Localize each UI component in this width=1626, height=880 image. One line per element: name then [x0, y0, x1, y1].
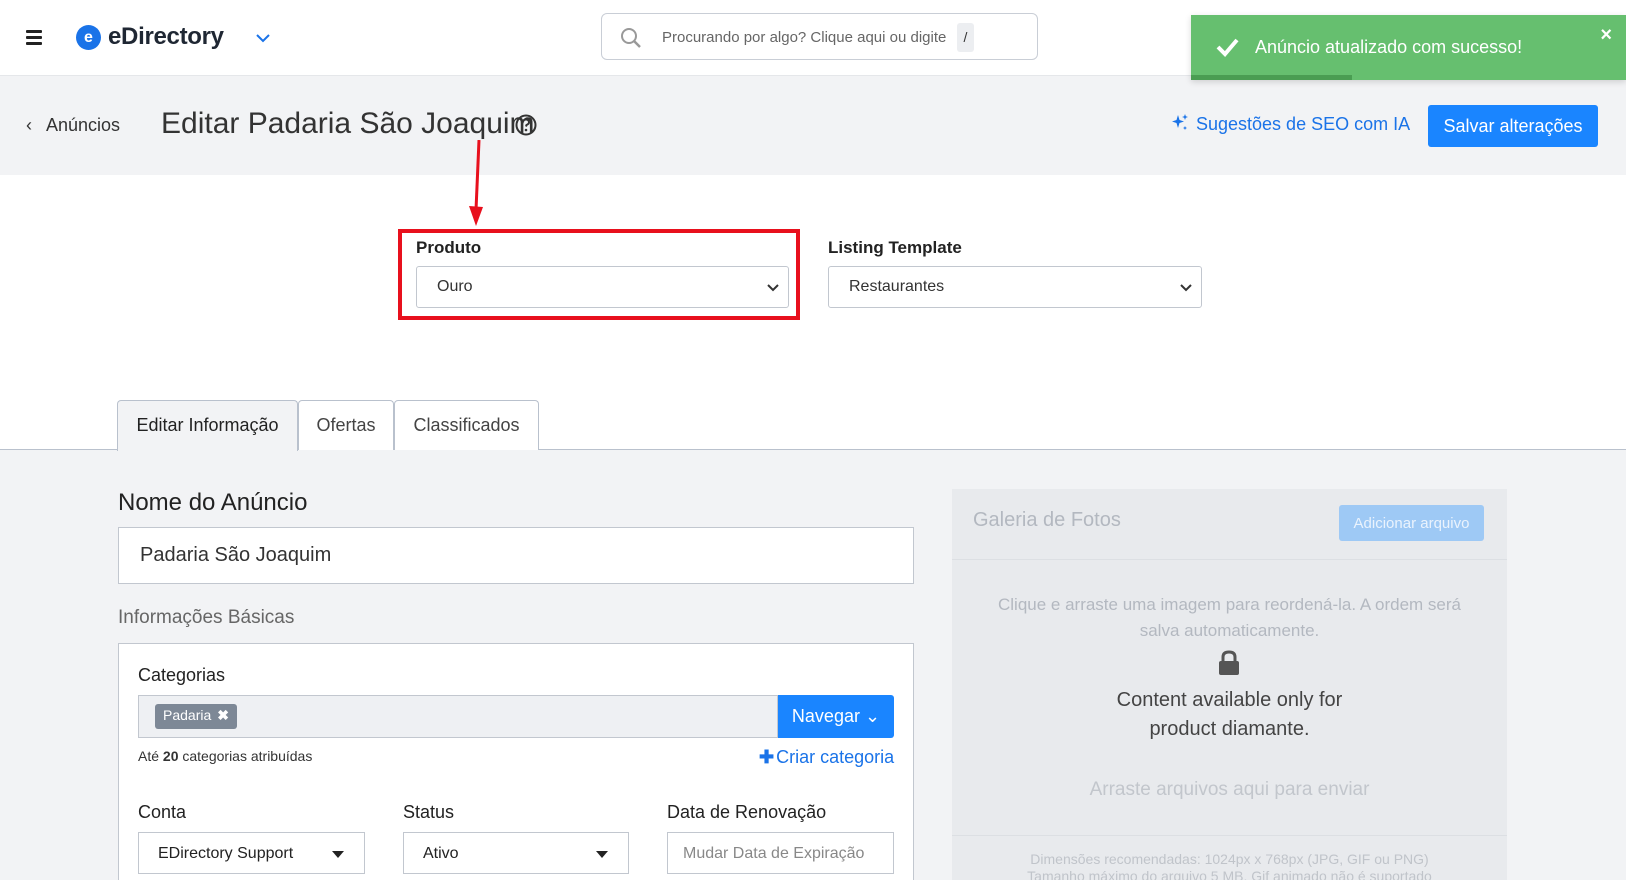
listing-name-input[interactable]: Padaria São Joaquim [118, 527, 914, 584]
categories-hint: Até 20 categorias atribuídas [138, 748, 312, 764]
create-category-label: Criar categoria [776, 747, 895, 767]
max-size-text: Tamanho máximo do arquivo 5 MB. Gif anim… [1027, 868, 1432, 880]
gallery-title: Galeria de Fotos [973, 509, 1121, 531]
tab-edit-info[interactable]: Editar Informação [117, 400, 298, 451]
hint-suffix: categorias atribuídas [178, 748, 313, 764]
checkmark-icon [1216, 38, 1239, 57]
gallery-divider [952, 835, 1507, 836]
status-select[interactable]: Ativo [403, 832, 629, 874]
categories-field[interactable]: Padaria ✖ [138, 695, 778, 738]
drop-zone-text: Arraste arquivos aqui para enviar [1089, 779, 1370, 800]
red-arrow-annotation [469, 140, 483, 226]
toast-progress-bar [1191, 75, 1352, 80]
seo-link-label: Sugestões de SEO com IA [1196, 114, 1411, 134]
logo-icon: e [76, 25, 101, 50]
help-icon[interactable] [515, 114, 537, 136]
sparkle-icon [1172, 114, 1188, 130]
gallery-dimensions-note: Dimensões recomendadas: 1024px x 768px (… [972, 851, 1487, 880]
template-label: Listing Template [828, 238, 962, 257]
status-label: Status [403, 802, 455, 822]
basic-info-heading: Informações Básicas [118, 607, 295, 628]
gallery-reorder-hint: Clique e arraste uma imagem para reorden… [997, 595, 1461, 640]
account-label: Conta [138, 802, 187, 822]
browse-button-label: Navegar [791, 706, 860, 726]
photo-gallery: Galeria de Fotos Adicionar arquivo Cliqu… [952, 489, 1507, 880]
category-chip-label: Padaria [163, 707, 212, 723]
dimensions-text: Dimensões recomendadas: 1024px x 768px (… [1030, 851, 1429, 867]
browse-button[interactable]: Navegar ⌄ [778, 695, 894, 738]
hint-prefix: Até [138, 748, 163, 764]
listing-name-heading: Nome do Anúncio [118, 489, 308, 516]
search-input[interactable]: Procurando por algo? Clique aqui ou digi… [601, 13, 1038, 60]
caret-down-icon [596, 851, 608, 858]
search-placeholder: Procurando por algo? Clique aqui ou digi… [662, 29, 947, 46]
template-select[interactable]: Restaurantes [828, 266, 1202, 308]
menu-icon[interactable] [26, 30, 42, 45]
status-value: Ativo [423, 845, 459, 862]
account-select[interactable]: EDirectory Support [138, 832, 365, 874]
categories-label: Categorias [138, 665, 226, 685]
seo-suggestions-link[interactable]: Sugestões de SEO com IA [1170, 113, 1410, 135]
chevron-down-icon [1180, 284, 1192, 292]
logo-text[interactable]: eDirectory [108, 23, 224, 51]
tab-offers[interactable]: Ofertas [298, 400, 394, 450]
tab-classifieds[interactable]: Classificados [394, 400, 539, 450]
save-button[interactable]: Salvar alterações [1428, 105, 1598, 147]
category-chip: Padaria ✖ [155, 704, 237, 729]
remove-icon[interactable]: ✖ [217, 707, 229, 723]
renewal-label: Data de Renovação [667, 802, 827, 822]
create-category-link[interactable]: ✚ Criar categoria [759, 747, 894, 768]
chevron-down-icon[interactable] [254, 29, 272, 47]
back-link[interactable]: ‹ Anúncios [26, 115, 120, 136]
page-title: Editar Padaria São Joaquim [161, 107, 535, 140]
template-select-value: Restaurantes [849, 278, 945, 295]
add-file-button[interactable]: Adicionar arquivo [1339, 505, 1484, 541]
highlight-box [398, 229, 800, 320]
toast-message: Anúncio atualizado com sucesso! [1255, 37, 1523, 57]
account-value: EDirectory Support [158, 845, 294, 862]
close-icon[interactable]: × [1600, 25, 1612, 45]
plus-icon: ✚ [759, 747, 775, 767]
search-icon [621, 28, 641, 48]
chevron-left-icon: ‹ [26, 115, 32, 135]
search-shortcut-key: / [957, 23, 974, 52]
basic-info-panel: Categorias Padaria ✖ Navegar ⌄ Até 20 cat… [118, 643, 914, 880]
lock-icon [1219, 650, 1239, 675]
back-label: Anúncios [46, 115, 121, 135]
locked-content-message: Content available only for product diama… [1116, 689, 1343, 740]
chevron-down-icon: ⌄ [864, 706, 881, 726]
caret-down-icon [332, 851, 344, 858]
gallery-divider [952, 559, 1507, 560]
hint-count: 20 [162, 748, 179, 764]
renewal-date-input[interactable]: Mudar Data de Expiração [667, 832, 894, 874]
success-toast: Anúncio atualizado com sucesso! × [1191, 15, 1626, 80]
